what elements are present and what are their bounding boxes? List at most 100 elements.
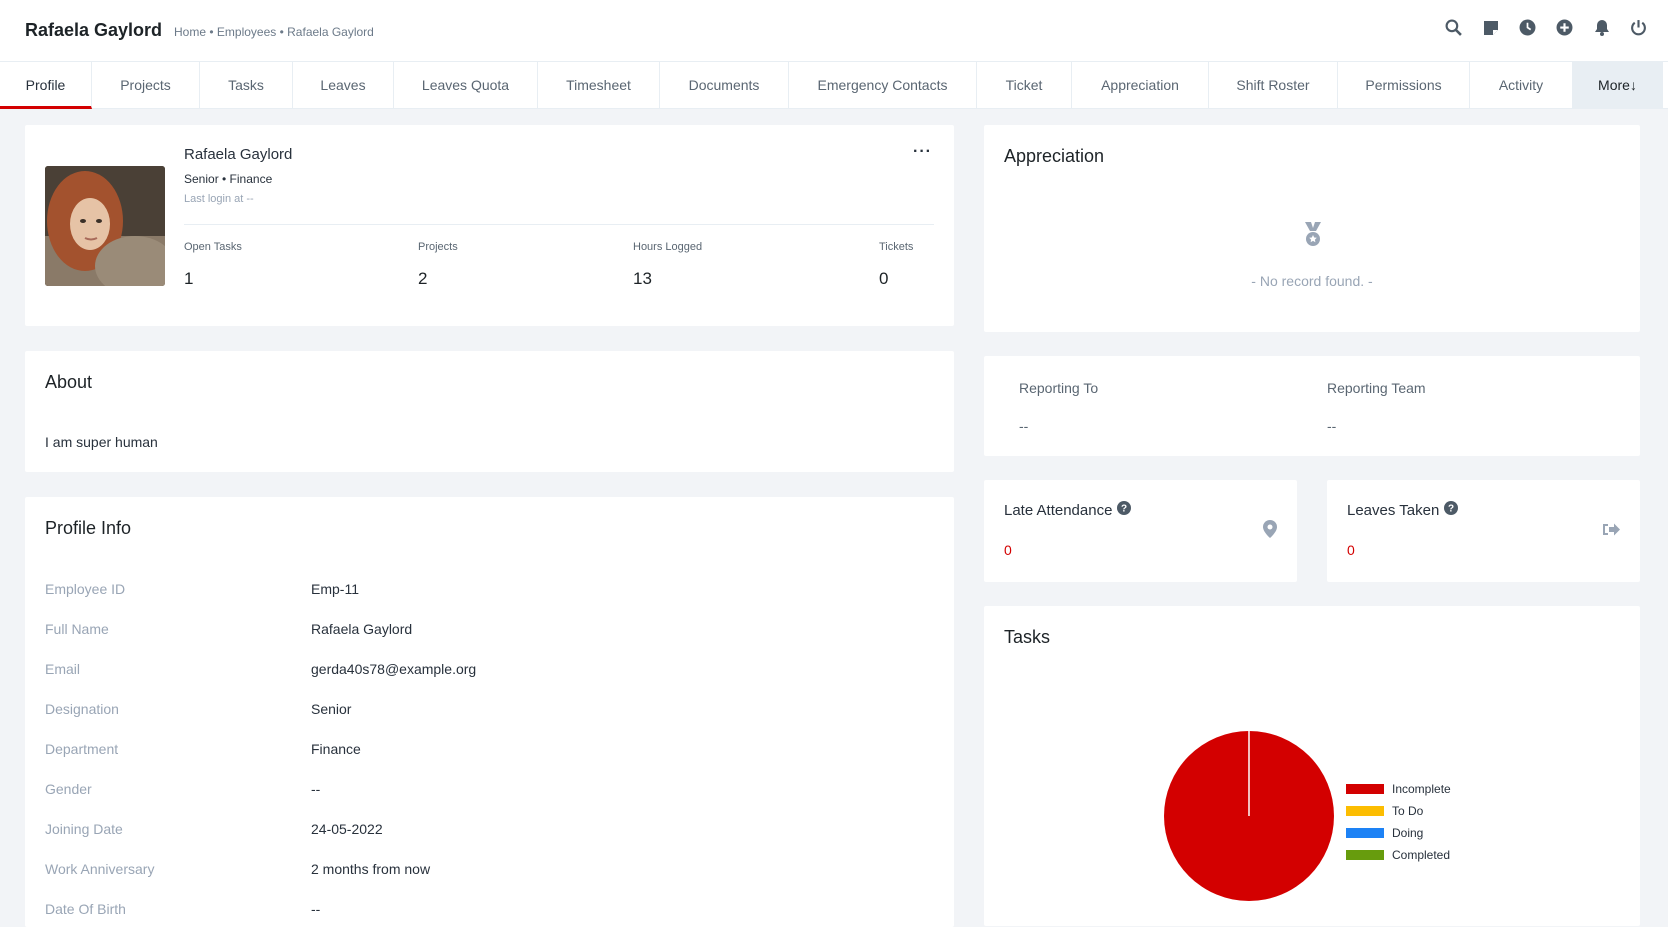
breadcrumb-employees[interactable]: Employees — [217, 25, 276, 39]
info-value: -- — [311, 901, 321, 917]
info-value: gerda40s78@example.org — [311, 661, 477, 677]
stat-open-tasks[interactable]: Open Tasks 1 — [184, 241, 242, 289]
tab-activity[interactable]: Activity — [1470, 62, 1573, 109]
info-value: -- — [311, 781, 321, 797]
leaves-taken-card[interactable]: Leaves Taken ? 0 — [1327, 480, 1640, 582]
question-circle-icon[interactable]: ? — [1444, 501, 1459, 519]
about-card: About I am super human — [25, 351, 954, 472]
medal-icon — [1302, 222, 1324, 253]
map-marker-icon — [1263, 520, 1277, 543]
info-value: Finance — [311, 741, 361, 757]
info-label: Date Of Birth — [45, 901, 126, 917]
legend-item[interactable]: Completed — [1346, 844, 1451, 866]
tab-emergency-contacts[interactable]: Emergency Contacts — [789, 62, 977, 109]
power-icon[interactable] — [1629, 18, 1648, 37]
tab-documents[interactable]: Documents — [660, 62, 789, 109]
late-attendance-card[interactable]: Late Attendance ? 0 — [984, 480, 1297, 582]
info-label: Employee ID — [45, 581, 126, 597]
leaves-taken-label-wrap: Leaves Taken ? — [1347, 501, 1459, 519]
info-value: 24-05-2022 — [311, 821, 383, 837]
late-attendance-label: Late Attendance — [1004, 501, 1113, 519]
search-icon[interactable] — [1444, 18, 1463, 37]
tab-more[interactable]: More↓ — [1573, 62, 1663, 109]
stat-projects[interactable]: Projects 2 — [418, 241, 458, 289]
tasks-pie-chart — [1164, 731, 1334, 901]
tab-leaves[interactable]: Leaves — [293, 62, 394, 109]
info-label: Email — [45, 661, 81, 677]
page-title: Rafaela Gaylord — [25, 20, 163, 40]
info-value: Emp-11 — [311, 581, 359, 597]
tab-bar: Profile Projects Tasks Leaves Leaves Quo… — [0, 62, 1668, 109]
reporting-team-label: Reporting Team — [1327, 380, 1426, 396]
appreciation-empty: - No record found. - — [1251, 273, 1373, 289]
chart-legend: Incomplete To Do Doing Completed — [1346, 778, 1451, 866]
header-icons — [1444, 18, 1648, 37]
info-label: Gender — [45, 781, 92, 797]
late-attendance-label-wrap: Late Attendance ? — [1004, 501, 1132, 519]
legend-label: Incomplete — [1392, 782, 1451, 796]
plus-circle-icon[interactable] — [1555, 18, 1574, 37]
legend-swatch-todo — [1346, 806, 1384, 816]
leaves-taken-value: 0 — [1347, 542, 1355, 558]
reporting-team-value: -- — [1327, 418, 1337, 434]
info-value: Rafaela Gaylord — [311, 621, 413, 637]
about-text: I am super human — [45, 434, 158, 450]
tab-permissions[interactable]: Permissions — [1338, 62, 1470, 109]
legend-item[interactable]: Doing — [1346, 822, 1451, 844]
more-options-icon[interactable]: ··· — [913, 143, 932, 161]
profile-info-title: Profile Info — [45, 518, 132, 538]
tab-leaves-quota[interactable]: Leaves Quota — [394, 62, 538, 109]
last-login: Last login at -- — [184, 193, 254, 205]
leaves-taken-label: Leaves Taken — [1347, 501, 1440, 519]
breadcrumb: Home • Employees • Rafaela Gaylord — [174, 25, 374, 39]
reporting-to-label: Reporting To — [1019, 380, 1099, 396]
legend-label: Completed — [1392, 848, 1451, 862]
tab-profile[interactable]: Profile — [0, 62, 92, 109]
legend-swatch-incomplete — [1346, 784, 1384, 794]
info-label: Designation — [45, 701, 119, 717]
top-bar: Rafaela Gaylord Home • Employees • Rafae… — [0, 0, 1668, 62]
legend-swatch-doing — [1346, 828, 1384, 838]
question-circle-icon[interactable]: ? — [1117, 501, 1132, 519]
svg-text:?: ? — [1448, 504, 1454, 515]
legend-item[interactable]: To Do — [1346, 800, 1451, 822]
svg-text:?: ? — [1121, 504, 1127, 515]
avatar — [45, 166, 165, 286]
tasks-chart-card: Tasks Incomplete To Do Doing Completed — [984, 606, 1640, 926]
info-label: Department — [45, 741, 119, 757]
stat-tickets[interactable]: Tickets 0 — [879, 241, 913, 289]
legend-swatch-completed — [1346, 850, 1384, 860]
reporting-to-value: -- — [1019, 418, 1029, 434]
info-value: 2 months from now — [311, 861, 431, 877]
divider — [184, 224, 934, 225]
tab-projects[interactable]: Projects — [92, 62, 200, 109]
tab-shift-roster[interactable]: Shift Roster — [1209, 62, 1338, 109]
bell-icon[interactable] — [1592, 18, 1611, 37]
tab-ticket[interactable]: Ticket — [977, 62, 1072, 109]
info-label: Joining Date — [45, 821, 123, 837]
sign-out-icon — [1602, 522, 1620, 542]
legend-label: Doing — [1392, 826, 1424, 840]
info-value: Senior — [311, 701, 352, 717]
breadcrumb-current: Rafaela Gaylord — [287, 25, 374, 39]
breadcrumb-home[interactable]: Home — [174, 25, 206, 39]
profile-card: Rafaela Gaylord Senior • Finance Last lo… — [25, 125, 954, 326]
late-attendance-value: 0 — [1004, 542, 1012, 558]
about-title: About — [45, 372, 93, 392]
profile-info-card: Profile Info Employee ID Emp-11 Full Nam… — [25, 497, 954, 927]
profile-role: Senior • Finance — [184, 172, 273, 186]
legend-label: To Do — [1392, 804, 1424, 818]
stat-hours-logged[interactable]: Hours Logged 13 — [633, 241, 702, 289]
appreciation-title: Appreciation — [1004, 146, 1105, 166]
profile-name: Rafaela Gaylord — [184, 146, 293, 163]
legend-item[interactable]: Incomplete — [1346, 778, 1451, 800]
sticky-note-icon[interactable] — [1481, 18, 1500, 37]
clock-icon[interactable] — [1518, 18, 1537, 37]
info-label: Full Name — [45, 621, 109, 637]
tab-tasks[interactable]: Tasks — [200, 62, 293, 109]
appreciation-card: Appreciation - No record found. - — [984, 125, 1640, 332]
tab-timesheet[interactable]: Timesheet — [538, 62, 660, 109]
info-label: Work Anniversary — [45, 861, 155, 877]
tab-appreciation[interactable]: Appreciation — [1072, 62, 1209, 109]
reporting-card: Reporting To -- Reporting Team -- — [984, 356, 1640, 456]
